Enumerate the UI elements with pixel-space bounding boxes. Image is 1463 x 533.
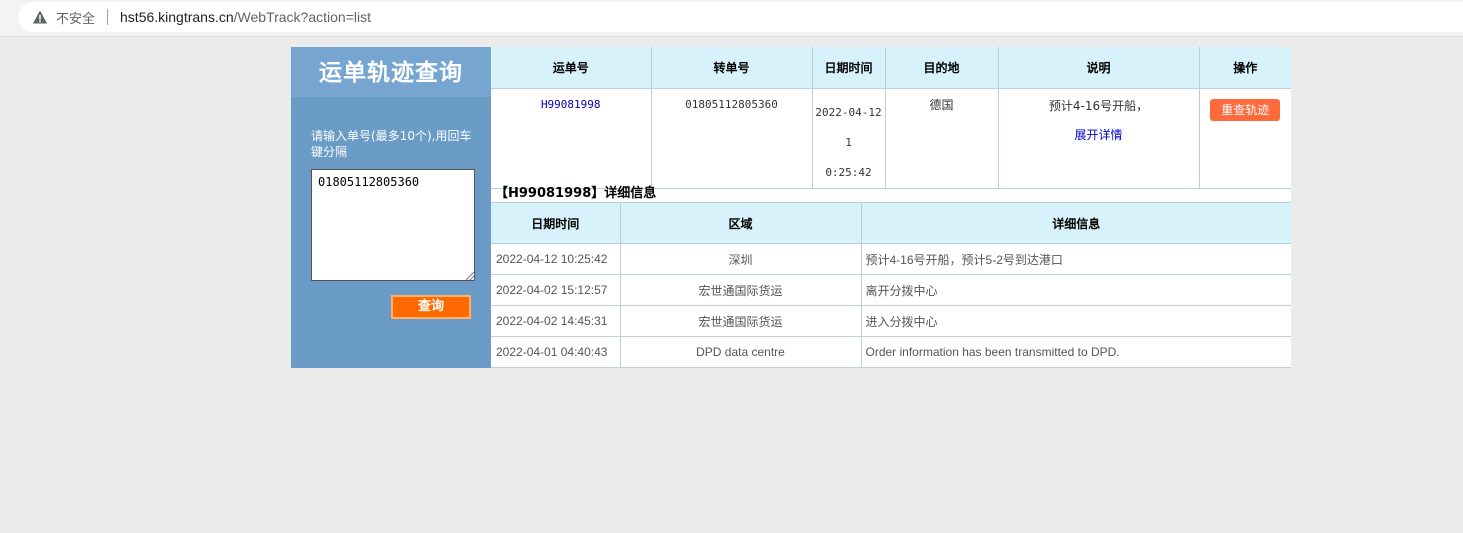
transfer-number: 01805112805360	[685, 98, 778, 111]
detail-col-time: 日期时间	[491, 202, 621, 244]
summary-table: 运单号 转单号 日期时间 目的地 说明 操作 H99081998 0180511…	[491, 47, 1291, 189]
resize-grip-icon[interactable]	[466, 272, 474, 280]
tracking-input-wrapper: 01805112805360	[311, 169, 475, 281]
security-label[interactable]: 不安全	[56, 8, 95, 27]
row-area: DPD data centre	[620, 336, 862, 368]
separator	[107, 9, 109, 25]
summary-header-row: 运单号 转单号 日期时间 目的地 说明 操作	[491, 47, 1291, 89]
input-hint: 请输入单号(最多10个),用回车键分隔	[311, 129, 472, 159]
url-path: /WebTrack?action=list	[233, 9, 371, 25]
col-header-datetime: 日期时间	[812, 47, 886, 89]
summary-row: H99081998 01805112805360 2022-04-12 1 0:…	[491, 88, 1291, 189]
row-area: 宏世通国际货运	[620, 274, 862, 306]
col-header-destination: 目的地	[885, 47, 999, 89]
detail-col-info: 详细信息	[861, 202, 1291, 244]
panel-title: 运单轨迹查询	[291, 47, 491, 97]
recheck-track-button[interactable]: 重查轨迹	[1210, 99, 1281, 121]
omnibox[interactable]: 不安全 hst56.kingtrans.cn/WebTrack?action=l…	[18, 2, 1463, 32]
table-row: 2022-04-02 14:45:31 宏世通国际货运 进入分拨中心	[491, 305, 1291, 337]
row-info: 预计4-16号开船，预计5-2号到达港口	[861, 243, 1291, 275]
url-host: hst56.kingtrans.cn	[120, 9, 234, 25]
cell-waybill: H99081998	[491, 88, 652, 189]
results-area: 运单号 转单号 日期时间 目的地 说明 操作 H99081998 0180511…	[491, 47, 1291, 368]
row-area: 深圳	[620, 243, 862, 275]
cell-transfer: 01805112805360	[651, 88, 813, 189]
row-time: 2022-04-12 10:25:42	[491, 243, 621, 275]
table-row: 2022-04-02 15:12:57 宏世通国际货运 离开分拨中心	[491, 274, 1291, 306]
row-time: 2022-04-01 04:40:43	[491, 336, 621, 368]
detail-heading: 【H99081998】详细信息	[495, 186, 657, 201]
col-header-waybill: 运单号	[491, 47, 652, 89]
query-panel: 运单轨迹查询 请输入单号(最多10个),用回车键分隔 0180511280536…	[291, 47, 491, 368]
description-text: 预计4-16号开船，	[1048, 99, 1149, 113]
detail-col-area: 区域	[620, 202, 862, 244]
cell-action: 重查轨迹	[1199, 88, 1291, 189]
detail-table: 日期时间 区域 详细信息 2022-04-12 10:25:42 深圳 预计4-…	[491, 202, 1291, 368]
tracking-number-input[interactable]: 01805112805360	[311, 169, 475, 281]
row-time: 2022-04-02 15:12:57	[491, 274, 621, 306]
cell-datetime: 2022-04-12 1 0:25:42	[812, 88, 886, 189]
row-area: 宏世通国际货运	[620, 305, 862, 337]
expand-details-link[interactable]: 展开详情	[999, 126, 1199, 143]
cell-description: 预计4-16号开船， 展开详情	[998, 88, 1200, 189]
detail-header-row: 日期时间 区域 详细信息	[491, 202, 1291, 244]
cell-destination: 德国	[885, 88, 999, 189]
query-button[interactable]: 查询	[391, 295, 471, 319]
row-info: 进入分拨中心	[861, 305, 1291, 337]
datetime-value: 2022-04-12 1 0:25:42	[815, 106, 882, 179]
table-row: 2022-04-01 04:40:43 DPD data centre Orde…	[491, 336, 1291, 368]
table-row: 2022-04-12 10:25:42 深圳 预计4-16号开船，预计5-2号到…	[491, 243, 1291, 275]
browser-address-bar: 不安全 hst56.kingtrans.cn/WebTrack?action=l…	[0, 0, 1463, 37]
row-time: 2022-04-02 14:45:31	[491, 305, 621, 337]
waybill-link[interactable]: H99081998	[541, 98, 601, 111]
warning-triangle-icon[interactable]	[32, 9, 48, 25]
url-text[interactable]: hst56.kingtrans.cn/WebTrack?action=list	[120, 9, 371, 25]
destination-value: 德国	[929, 98, 954, 112]
col-header-action: 操作	[1199, 47, 1291, 89]
col-header-description: 说明	[998, 47, 1200, 89]
row-info: 离开分拨中心	[861, 274, 1291, 306]
row-info: Order information has been transmitted t…	[861, 336, 1291, 368]
col-header-transfer: 转单号	[651, 47, 813, 89]
